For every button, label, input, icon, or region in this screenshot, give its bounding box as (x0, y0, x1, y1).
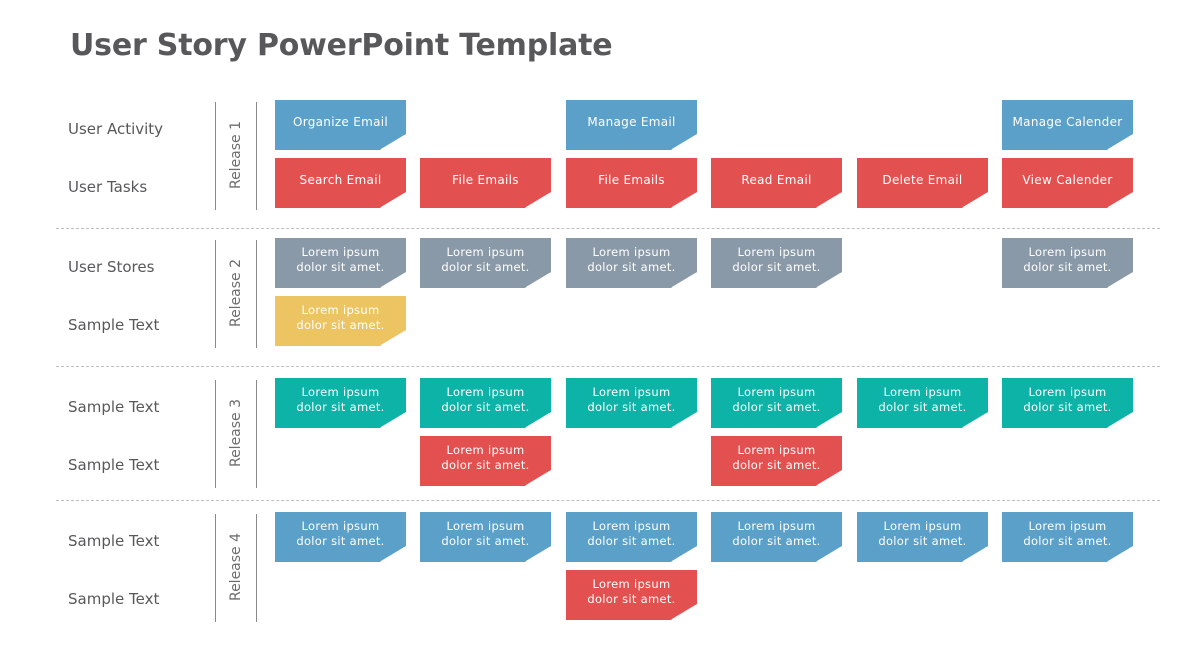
band-vertical-rule (256, 102, 257, 210)
row-label: Sample Text (68, 456, 160, 474)
story-card-label: File Emails (452, 172, 519, 187)
story-card[interactable]: Lorem ipsum dolor sit amet. (420, 512, 551, 562)
story-card[interactable]: Manage Email (566, 100, 697, 150)
story-card[interactable]: Lorem ipsum dolor sit amet. (857, 378, 988, 428)
story-card[interactable]: Lorem ipsum dolor sit amet. (275, 512, 406, 562)
story-card[interactable]: Organize Email (275, 100, 406, 150)
story-card-label: Lorem ipsum dolor sit amet. (587, 245, 676, 274)
story-card[interactable]: Lorem ipsum dolor sit amet. (857, 512, 988, 562)
release-label: Release 4 (227, 532, 244, 602)
story-card[interactable]: Read Email (711, 158, 842, 208)
story-card-label: Organize Email (292, 114, 389, 129)
story-card[interactable]: File Emails (566, 158, 697, 208)
story-card[interactable]: Lorem ipsum dolor sit amet. (566, 512, 697, 562)
band-vertical-rule (215, 514, 216, 622)
story-card[interactable]: Lorem ipsum dolor sit amet. (1002, 512, 1133, 562)
story-card[interactable]: Lorem ipsum dolor sit amet. (275, 378, 406, 428)
story-card[interactable]: Lorem ipsum dolor sit amet. (711, 436, 842, 486)
release-label: Release 3 (227, 398, 244, 468)
story-card[interactable]: Lorem ipsum dolor sit amet. (711, 378, 842, 428)
story-card-label: Search Email (299, 172, 382, 187)
band-vertical-rule (256, 240, 257, 348)
story-card-label: Lorem ipsum dolor sit amet. (732, 443, 821, 472)
band-divider (56, 366, 1160, 367)
story-card-label: Lorem ipsum dolor sit amet. (1023, 385, 1112, 414)
story-card-label: Lorem ipsum dolor sit amet. (296, 385, 385, 414)
story-card-label: File Emails (598, 172, 665, 187)
story-card-label: Lorem ipsum dolor sit amet. (296, 303, 385, 332)
story-card[interactable]: Lorem ipsum dolor sit amet. (420, 378, 551, 428)
release-label: Release 2 (227, 258, 244, 328)
story-card-label: Lorem ipsum dolor sit amet. (1023, 519, 1112, 548)
story-card[interactable]: Lorem ipsum dolor sit amet. (711, 512, 842, 562)
story-card[interactable]: Manage Calender (1002, 100, 1133, 150)
story-card[interactable]: Lorem ipsum dolor sit amet. (566, 378, 697, 428)
band-divider (56, 228, 1160, 229)
band-divider (56, 500, 1160, 501)
folded-corner-icon (1107, 192, 1133, 208)
folded-corner-icon (1107, 134, 1133, 150)
story-card-label: Lorem ipsum dolor sit amet. (441, 519, 530, 548)
story-card[interactable]: Lorem ipsum dolor sit amet. (275, 238, 406, 288)
story-card[interactable]: Lorem ipsum dolor sit amet. (275, 296, 406, 346)
slide-canvas: User Story PowerPoint Template User Acti… (0, 0, 1180, 664)
story-card[interactable]: File Emails (420, 158, 551, 208)
story-card[interactable]: Lorem ipsum dolor sit amet. (711, 238, 842, 288)
row-label: User Tasks (68, 178, 148, 196)
story-card[interactable]: Search Email (275, 158, 406, 208)
folded-corner-icon (816, 192, 842, 208)
story-card-label: Manage Email (587, 114, 676, 129)
story-card-label: Lorem ipsum dolor sit amet. (732, 519, 821, 548)
story-card[interactable]: Lorem ipsum dolor sit amet. (1002, 378, 1133, 428)
story-card-label: Lorem ipsum dolor sit amet. (878, 385, 967, 414)
band-vertical-rule (215, 102, 216, 210)
story-card-label: Lorem ipsum dolor sit amet. (587, 577, 676, 606)
folded-corner-icon (380, 134, 406, 150)
folded-corner-icon (380, 192, 406, 208)
story-card[interactable]: Lorem ipsum dolor sit amet. (1002, 238, 1133, 288)
story-card-label: Lorem ipsum dolor sit amet. (296, 519, 385, 548)
row-label: Sample Text (68, 398, 160, 416)
story-card-label: Lorem ipsum dolor sit amet. (732, 385, 821, 414)
story-card-label: Read Email (741, 172, 812, 187)
row-label: Sample Text (68, 532, 160, 550)
folded-corner-icon (671, 192, 697, 208)
story-card-label: Lorem ipsum dolor sit amet. (441, 385, 530, 414)
story-card-label: Lorem ipsum dolor sit amet. (441, 245, 530, 274)
story-card[interactable]: Delete Email (857, 158, 988, 208)
story-card[interactable]: Lorem ipsum dolor sit amet. (420, 238, 551, 288)
band-vertical-rule (256, 380, 257, 488)
folded-corner-icon (525, 192, 551, 208)
story-card-label: View Calender (1022, 172, 1113, 187)
row-label: User Stores (68, 258, 155, 276)
story-card-label: Lorem ipsum dolor sit amet. (1023, 245, 1112, 274)
band-vertical-rule (215, 240, 216, 348)
row-label: Sample Text (68, 590, 160, 608)
row-label: User Activity (68, 120, 164, 138)
page-title: User Story PowerPoint Template (70, 28, 613, 63)
story-card-label: Lorem ipsum dolor sit amet. (587, 385, 676, 414)
story-card-label: Lorem ipsum dolor sit amet. (878, 519, 967, 548)
story-card-label: Manage Calender (1012, 114, 1123, 129)
story-card[interactable]: Lorem ipsum dolor sit amet. (566, 570, 697, 620)
band-vertical-rule (215, 380, 216, 488)
release-label: Release 1 (227, 120, 244, 190)
band-vertical-rule (256, 514, 257, 622)
story-card-label: Lorem ipsum dolor sit amet. (296, 245, 385, 274)
story-card[interactable]: Lorem ipsum dolor sit amet. (566, 238, 697, 288)
story-card-label: Lorem ipsum dolor sit amet. (732, 245, 821, 274)
folded-corner-icon (962, 192, 988, 208)
folded-corner-icon (671, 134, 697, 150)
story-card-label: Delete Email (882, 172, 963, 187)
story-card[interactable]: View Calender (1002, 158, 1133, 208)
story-card-label: Lorem ipsum dolor sit amet. (441, 443, 530, 472)
row-label: Sample Text (68, 316, 160, 334)
story-card[interactable]: Lorem ipsum dolor sit amet. (420, 436, 551, 486)
story-card-label: Lorem ipsum dolor sit amet. (587, 519, 676, 548)
